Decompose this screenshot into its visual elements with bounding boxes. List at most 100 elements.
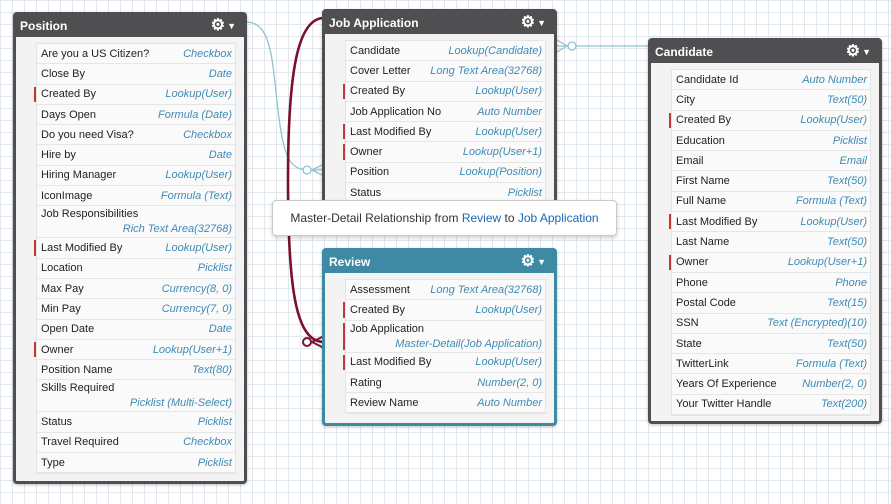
review-card-header[interactable]: Review ⚙ ▼	[325, 251, 554, 273]
field-name: Status	[41, 416, 73, 429]
field-name: City	[676, 93, 695, 106]
field-row[interactable]: Education Picklist	[672, 131, 870, 152]
field-row[interactable]: Are you a US Citizen? Checkbox	[37, 44, 235, 65]
field-name: Owner	[350, 146, 383, 159]
field-row[interactable]: City Text(50)	[672, 90, 870, 111]
field-row[interactable]: Hiring Manager Lookup(User)	[37, 166, 235, 187]
master-detail-circle	[302, 337, 312, 347]
field-row[interactable]: TwitterLink Formula (Text)	[672, 354, 870, 375]
tooltip-to-link[interactable]: Job Application	[518, 211, 599, 225]
position-title: Position	[20, 19, 68, 33]
field-row[interactable]: Postal Code Text(15)	[672, 293, 870, 314]
candidate-object-card[interactable]: Candidate ⚙ ▼ Candidate Id Auto Number City…	[648, 38, 882, 424]
field-row[interactable]: Type Picklist	[37, 453, 235, 474]
field-type: Lookup(User)	[475, 125, 542, 138]
field-row[interactable]: State Text(50)	[672, 334, 870, 355]
gear-icon[interactable]: ⚙ ▼	[521, 12, 546, 34]
field-row[interactable]: Assessment Long Text Area(32768)	[346, 280, 545, 301]
position-object-card[interactable]: Position ⚙ ▼ Are you a US Citizen? Checkbo…	[13, 12, 247, 484]
field-row[interactable]: Position Lookup(Position)	[346, 163, 545, 184]
field-type: Lookup(User)	[800, 215, 867, 228]
field-row[interactable]: Job Application No Auto Number	[346, 102, 545, 123]
field-row[interactable]: SSN Text (Encrypted)(10)	[672, 314, 870, 334]
field-row[interactable]: Owner Lookup(User+1)	[669, 253, 870, 273]
field-name: Job Responsibilities	[41, 208, 139, 221]
tooltip-from-link[interactable]: Review	[462, 211, 501, 225]
review-object-card[interactable]: Review ⚙ ▼ Assessment Long Text Area(32768…	[322, 248, 557, 426]
field-row[interactable]: Last Name Text(50)	[672, 232, 870, 253]
field-name: Location	[41, 262, 83, 275]
field-row[interactable]: Travel Required Checkbox	[37, 433, 235, 454]
field-row[interactable]: Position Name Text(80)	[37, 360, 235, 381]
field-row[interactable]: Phone Phone	[672, 273, 870, 294]
field-row[interactable]: Owner Lookup(User+1)	[343, 142, 545, 163]
field-type: Number(2, 0)	[802, 378, 867, 391]
field-type: Lookup(User)	[800, 114, 867, 127]
field-row[interactable]: Skills Required Picklist (Multi-Select)	[37, 380, 235, 413]
field-row[interactable]: Created By Lookup(User)	[669, 111, 870, 131]
candidate-card-header[interactable]: Candidate ⚙ ▼	[651, 41, 879, 63]
field-row[interactable]: Your Twitter Handle Text(200)	[672, 395, 870, 416]
field-type: Picklist	[197, 456, 232, 469]
field-row[interactable]: Owner Lookup(User+1)	[34, 340, 235, 361]
field-row[interactable]: Location Picklist	[37, 259, 235, 279]
field-row[interactable]: Job Application Master-Detail(Job Applica…	[343, 321, 545, 353]
field-row[interactable]: Cover Letter Long Text Area(32768)	[346, 61, 545, 82]
field-name: Job Application	[350, 322, 424, 335]
field-type: Date	[208, 323, 232, 336]
chevron-down-icon: ▼	[537, 257, 546, 267]
field-type: Picklist	[832, 134, 867, 147]
gear-icon[interactable]: ⚙ ▼	[211, 15, 236, 37]
field-row[interactable]: Hire by Date	[37, 145, 235, 166]
field-name: Open Date	[41, 323, 95, 336]
field-row[interactable]: Last Modified By Lookup(User)	[34, 238, 235, 259]
field-type: Lookup(User)	[475, 356, 542, 369]
field-row[interactable]: Min Pay Currency(7, 0)	[37, 299, 235, 320]
field-name: Review Name	[350, 396, 419, 409]
field-row[interactable]: Created By Lookup(User)	[343, 82, 545, 102]
field-type: Text(50)	[827, 93, 867, 106]
field-row[interactable]: First Name Text(50)	[672, 171, 870, 192]
field-row[interactable]: Open Date Date	[37, 320, 235, 340]
field-row[interactable]: Candidate Id Auto Number	[672, 70, 870, 91]
chevron-down-icon: ▼	[862, 47, 871, 57]
master-detail-line[interactable]	[286, 16, 325, 344]
field-row[interactable]: Created By Lookup(User)	[343, 300, 545, 321]
field-row[interactable]: Last Modified By Lookup(User)	[343, 122, 545, 143]
field-row[interactable]: Max Pay Currency(8, 0)	[37, 279, 235, 300]
field-type: Lookup(Candidate)	[448, 44, 542, 57]
job-application-card-header[interactable]: Job Application ⚙ ▼	[325, 12, 554, 34]
field-name: Skills Required	[41, 382, 115, 395]
lookup-line-position[interactable]	[245, 21, 324, 171]
field-name: Days Open	[41, 108, 97, 121]
field-row[interactable]: Rating Number(2, 0)	[346, 373, 545, 394]
field-row[interactable]: Full Name Formula (Text)	[672, 192, 870, 213]
review-field-list: Assessment Long Text Area(32768) Created B…	[343, 279, 546, 415]
field-row[interactable]: Days Open Formula (Date)	[37, 105, 235, 126]
field-name: Min Pay	[41, 302, 81, 315]
field-name: TwitterLink	[676, 357, 729, 370]
field-row[interactable]: Email Email	[672, 151, 870, 172]
field-row[interactable]: Years Of Experience Number(2, 0)	[672, 374, 870, 395]
field-name: Email	[676, 154, 704, 167]
gear-icon[interactable]: ⚙ ▼	[521, 251, 546, 273]
field-row[interactable]: IconImage Formula (Text)	[37, 186, 235, 207]
field-row[interactable]: Do you need Visa? Checkbox	[37, 125, 235, 146]
field-row[interactable]: Job Responsibilities Rich Text Area(32768…	[37, 206, 235, 239]
field-row[interactable]: Last Modified By Lookup(User)	[669, 212, 870, 233]
field-row[interactable]: Review Name Auto Number	[346, 393, 545, 414]
field-row[interactable]: Last Modified By Lookup(User)	[343, 353, 545, 373]
gear-icon[interactable]: ⚙ ▼	[846, 41, 871, 63]
field-row[interactable]: Candidate Lookup(Candidate)	[346, 41, 545, 62]
field-row[interactable]: Status Picklist	[37, 412, 235, 433]
position-card-header[interactable]: Position ⚙ ▼	[16, 15, 244, 37]
field-row[interactable]: Close By Date	[37, 64, 235, 85]
field-name: Created By	[350, 303, 406, 316]
field-row[interactable]: Created By Lookup(User)	[34, 85, 235, 105]
field-name: Last Modified By	[41, 242, 123, 255]
field-type: Formula (Text)	[160, 189, 232, 202]
field-type: Long Text Area(32768)	[430, 64, 542, 77]
field-type: Text(50)	[827, 175, 867, 188]
job-application-object-card[interactable]: Job Application ⚙ ▼ Candidate Lookup(Candi…	[322, 9, 557, 207]
crowfoot-circle-candidate	[567, 41, 577, 51]
